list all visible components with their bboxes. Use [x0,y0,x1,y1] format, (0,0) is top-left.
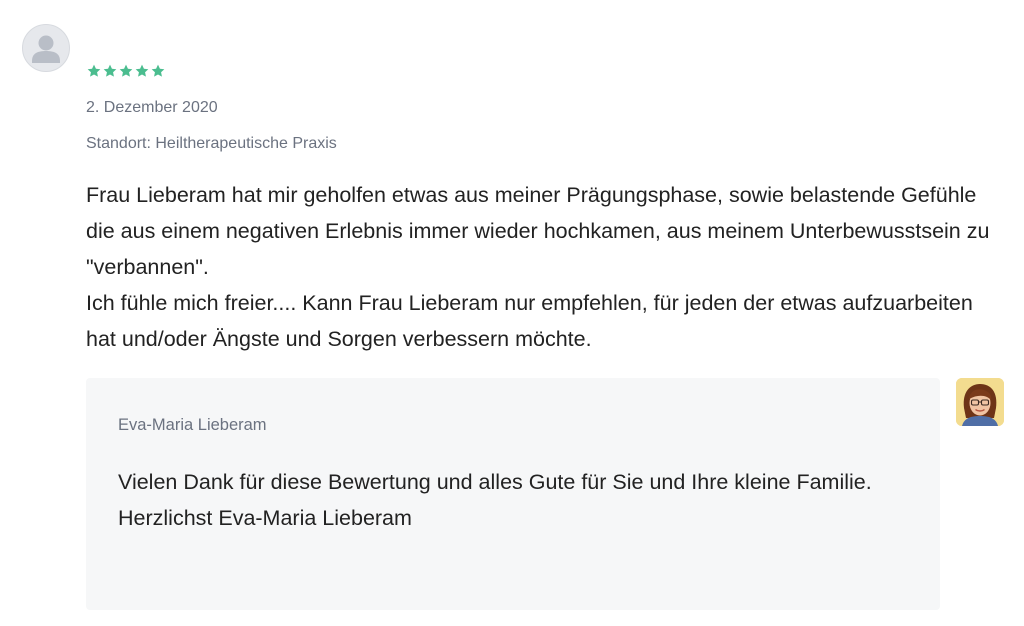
owner-avatar [956,378,1004,426]
reply-paragraph: Herzlichst Eva-Maria Lieberam [118,506,412,530]
star-icon [151,64,165,77]
owner-reply: Eva-Maria Lieberam Vielen Dank für diese… [86,378,940,610]
star-icon [135,64,149,77]
reply-text: Vielen Dank für diese Bewertung und alle… [118,464,908,536]
review-text: Frau Lieberam hat mir geholfen etwas aus… [86,177,996,357]
review-paragraph: Frau Lieberam hat mir geholfen etwas aus… [86,183,990,279]
review-card: 2. Dezember 2020 Standort: Heiltherapeut… [0,0,1024,626]
review-date: 2. Dezember 2020 [86,99,218,116]
star-icon [103,64,117,77]
review-location: Standort: Heiltherapeutische Praxis [86,135,337,152]
review-paragraph: Ich fühle mich freier.... Kann Frau Lieb… [86,291,973,351]
star-icon [87,64,101,77]
reviewer-avatar-icon [22,24,70,72]
reply-author: Eva-Maria Lieberam [118,416,267,434]
reply-paragraph: Vielen Dank für diese Bewertung und alle… [118,470,872,494]
rating-stars [86,63,166,79]
star-icon [119,64,133,77]
